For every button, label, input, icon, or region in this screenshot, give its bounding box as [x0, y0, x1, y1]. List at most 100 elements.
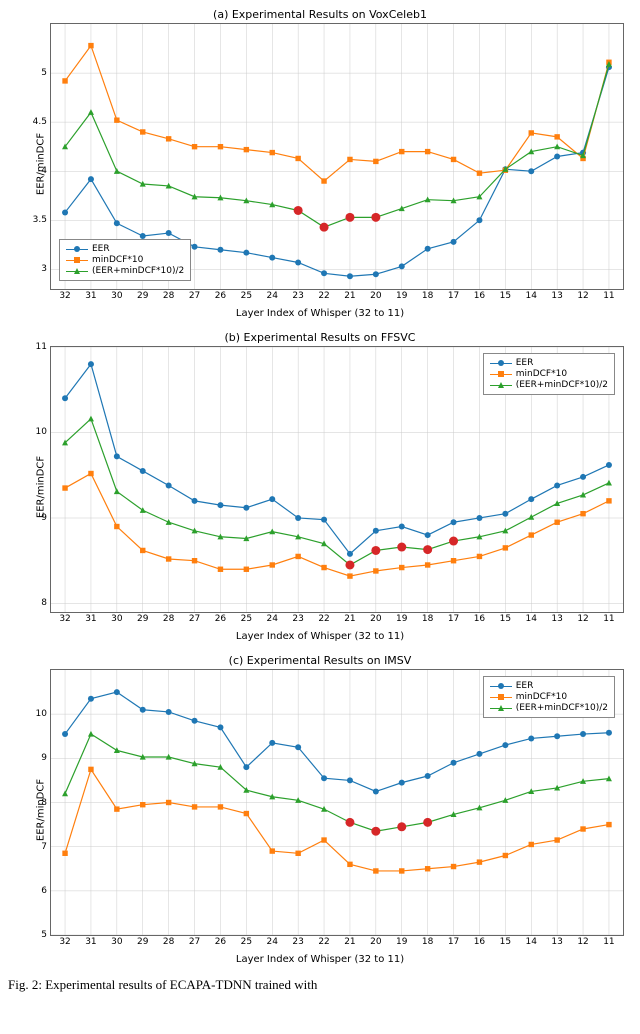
x-tick-label: 17 [448, 291, 459, 301]
marker-avg [62, 790, 68, 796]
marker-avg [88, 416, 94, 422]
marker-avg [140, 507, 146, 513]
marker-eer [528, 496, 534, 502]
marker-dcf [244, 811, 249, 816]
marker-eer [399, 780, 405, 786]
marker-avg [166, 519, 172, 525]
y-tick-label: 8 [21, 598, 47, 608]
marker-dcf [192, 144, 197, 149]
x-tick-label: 29 [137, 614, 148, 624]
x-tick-label: 15 [500, 614, 511, 624]
x-axis-label: Layer Index of Whisper (32 to 11) [8, 308, 632, 319]
marker-dcf [347, 157, 352, 162]
marker-dcf [218, 567, 223, 572]
x-tick-label: 29 [137, 291, 148, 301]
marker-eer [192, 498, 198, 504]
legend-entry: EER [490, 681, 608, 691]
x-tick-label: 15 [500, 937, 511, 947]
highlight-marker [397, 822, 406, 831]
marker-dcf [295, 851, 300, 856]
marker-eer [217, 247, 223, 253]
x-tick-label: 26 [215, 291, 226, 301]
marker-dcf [114, 524, 119, 529]
x-tick-label: 13 [551, 937, 562, 947]
marker-dcf [244, 147, 249, 152]
marker-eer [554, 733, 560, 739]
legend-label: (EER+minDCF*10)/2 [92, 266, 184, 276]
legend-swatch [490, 359, 512, 367]
y-tick-label: 3 [21, 264, 47, 274]
x-tick-label: 28 [163, 937, 174, 947]
marker-dcf [399, 149, 404, 154]
marker-eer [502, 511, 508, 517]
x-tick-label: 27 [189, 614, 200, 624]
x-tick-label: 16 [474, 937, 485, 947]
highlight-marker [345, 818, 354, 827]
x-tick-label: 25 [241, 937, 252, 947]
highlight-marker [423, 545, 432, 554]
y-tick-label: 9 [21, 753, 47, 763]
marker-dcf [373, 159, 378, 164]
legend-swatch [66, 256, 88, 264]
x-tick-label: 17 [448, 937, 459, 947]
x-tick-label: 31 [85, 291, 96, 301]
y-tick-label: 10 [21, 427, 47, 437]
highlight-marker [371, 827, 380, 836]
legend-entry: minDCF*10 [490, 692, 608, 702]
plot-area: 33.544.553231302928272625242322212019181… [50, 23, 624, 290]
marker-eer [243, 505, 249, 511]
marker-eer [88, 176, 94, 182]
marker-avg [114, 488, 120, 494]
marker-dcf [166, 136, 171, 141]
legend-label: minDCF*10 [516, 369, 567, 379]
legend-entry: (EER+minDCF*10)/2 [66, 266, 184, 276]
marker-eer [295, 515, 301, 521]
marker-eer [114, 689, 120, 695]
legend: EERminDCF*10(EER+minDCF*10)/2 [483, 676, 615, 718]
marker-eer [321, 517, 327, 523]
marker-eer [554, 482, 560, 488]
marker-dcf [580, 826, 585, 831]
marker-eer [295, 260, 301, 266]
x-tick-label: 21 [344, 291, 355, 301]
y-tick-label: 4.5 [21, 117, 47, 127]
legend-label: EER [516, 681, 534, 691]
marker-dcf [140, 129, 145, 134]
x-tick-label: 11 [603, 614, 614, 624]
x-tick-label: 14 [526, 614, 537, 624]
plot-area: 8910113231302928272625242322212019181716… [50, 346, 624, 613]
marker-eer [166, 709, 172, 715]
x-tick-label: 16 [474, 291, 485, 301]
marker-eer [62, 395, 68, 401]
marker-eer [476, 751, 482, 757]
highlight-marker [423, 818, 432, 827]
marker-eer [373, 528, 379, 534]
legend-label: EER [92, 244, 110, 254]
legend-swatch [66, 245, 88, 253]
y-tick-label: 5 [21, 930, 47, 940]
marker-dcf [192, 558, 197, 563]
marker-dcf [114, 806, 119, 811]
x-tick-label: 18 [422, 937, 433, 947]
marker-eer [217, 724, 223, 730]
marker-dcf [477, 554, 482, 559]
x-tick-label: 22 [318, 937, 329, 947]
marker-dcf [529, 842, 534, 847]
chart-title: (b) Experimental Results on FFSVC [8, 331, 632, 344]
marker-dcf [606, 822, 611, 827]
marker-dcf [321, 837, 326, 842]
x-tick-label: 15 [500, 291, 511, 301]
x-tick-label: 14 [526, 291, 537, 301]
x-tick-label: 12 [577, 937, 588, 947]
x-tick-label: 23 [292, 291, 303, 301]
marker-avg [88, 731, 94, 737]
legend-swatch [66, 267, 88, 275]
chart-ffsvc: (b) Experimental Results on FFSVCEER/min… [8, 331, 632, 642]
marker-eer [140, 707, 146, 713]
marker-dcf [554, 837, 559, 842]
marker-dcf [140, 802, 145, 807]
marker-dcf [554, 520, 559, 525]
y-tick-label: 9 [21, 513, 47, 523]
x-tick-label: 32 [59, 614, 70, 624]
marker-eer [140, 468, 146, 474]
